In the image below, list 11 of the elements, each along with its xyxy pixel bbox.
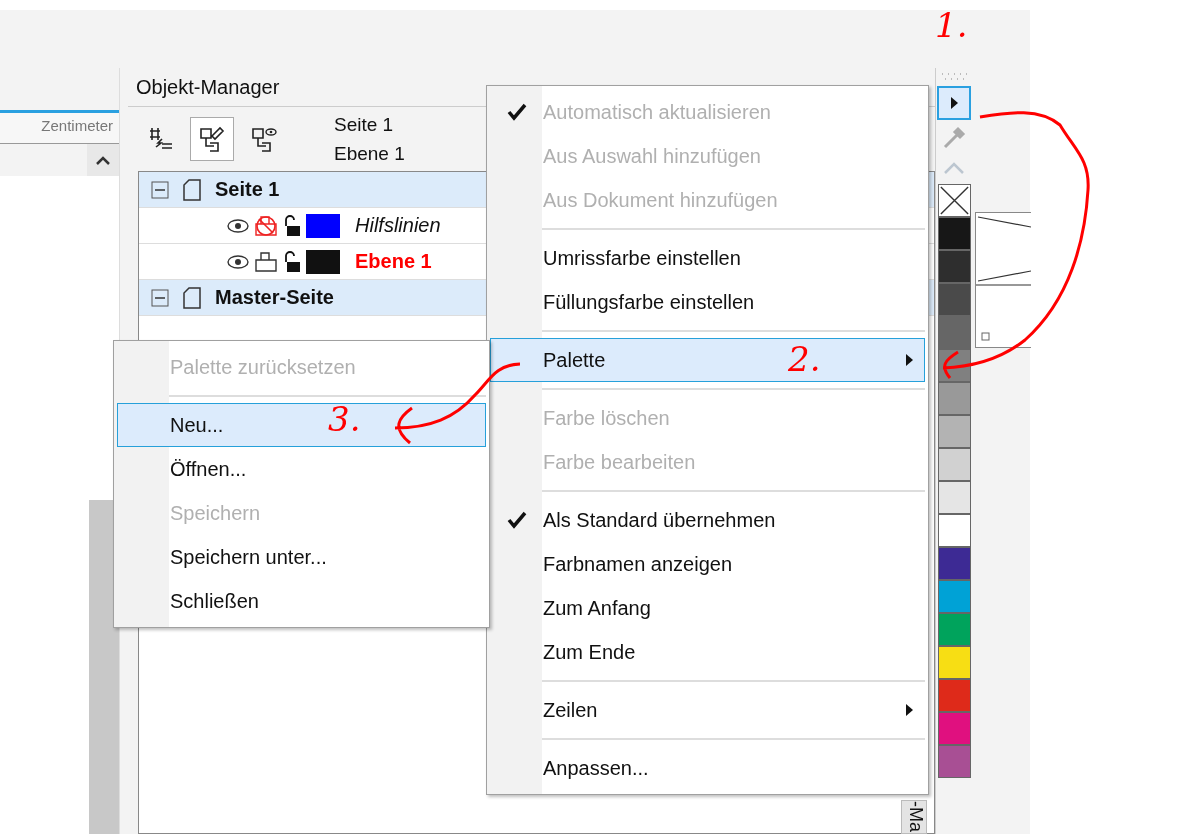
- ruler-unit: Zentimeter: [41, 117, 113, 134]
- panel-title: Objekt-Manager: [136, 75, 280, 99]
- layer-name: Ebene 1: [355, 250, 432, 273]
- annotation-number: 3.: [328, 402, 361, 436]
- current-page: Seite 1: [334, 113, 395, 137]
- annotation-number: 2.: [788, 342, 821, 376]
- layer-name: Hilfslinien: [355, 214, 441, 237]
- annotation-number: 1.: [935, 8, 968, 42]
- current-layer: Ebene 1: [334, 142, 405, 166]
- page-name: Seite 1: [215, 178, 280, 201]
- page-name: Master-Seite: [215, 286, 334, 309]
